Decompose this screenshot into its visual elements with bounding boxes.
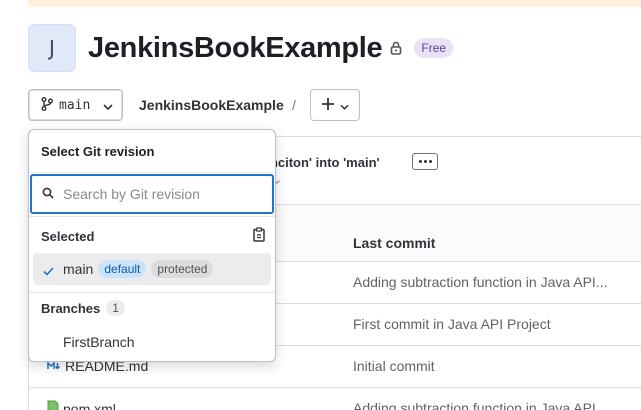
add-to-tree-button[interactable]: [310, 89, 360, 121]
revision-search-input[interactable]: [63, 186, 263, 202]
default-badge: default: [98, 260, 147, 278]
project-avatar[interactable]: J: [28, 24, 76, 72]
branch-icon: [41, 96, 53, 114]
revision-name: main: [63, 261, 94, 277]
divider: [29, 216, 275, 217]
git-revision-dropdown: Select Git revision Selected main defaul…: [28, 129, 276, 362]
repository-nav: main JenkinsBookExample /: [28, 89, 360, 121]
plus-icon: [321, 97, 334, 113]
chevron-down-icon: [339, 97, 349, 113]
tier-badge: Free: [414, 38, 454, 58]
dropdown-title: Select Git revision: [41, 144, 155, 159]
revision-name: FirstBranch: [63, 334, 135, 350]
last-commit-message[interactable]: Initial commit: [353, 358, 435, 374]
branches-section-label: Branches: [41, 300, 101, 316]
check-icon: [43, 263, 54, 279]
breadcrumb-separator: /: [292, 97, 296, 113]
clipboard-icon[interactable]: [253, 227, 265, 245]
lock-icon: [390, 40, 404, 56]
revision-search-box[interactable]: [30, 174, 274, 214]
branches-count-badge: 1: [106, 300, 125, 316]
revision-item-branch[interactable]: FirstBranch: [33, 326, 271, 358]
breadcrumb-project[interactable]: JenkinsBookExample: [139, 97, 284, 113]
project-title: JenkinsBookExample: [88, 31, 383, 64]
divider: [29, 292, 275, 293]
column-header-last-commit: Last commit: [353, 235, 436, 251]
file-icon: [47, 400, 59, 410]
commit-expand-button[interactable]: [412, 153, 438, 170]
selected-section-header: Selected: [41, 229, 95, 244]
protected-badge: protected: [151, 260, 214, 278]
project-header: J JenkinsBookExample Free: [28, 24, 454, 72]
revision-item-selected[interactable]: main default protected: [33, 253, 271, 285]
chevron-down-icon: [103, 97, 113, 113]
branch-switcher-button[interactable]: main: [28, 89, 123, 121]
last-commit-message[interactable]: First commit in Java API Project: [353, 316, 551, 332]
branch-switcher-label: main: [59, 97, 91, 113]
search-icon: [42, 186, 54, 202]
file-name[interactable]: pom.xml: [63, 401, 116, 410]
last-commit-message[interactable]: Adding subtraction function in Java API.…: [353, 400, 608, 410]
divider: [29, 172, 275, 173]
table-row[interactable]: pom.xml Adding subtraction function in J…: [29, 388, 641, 410]
branches-section-header: Branches 1: [41, 300, 125, 316]
alert-banner: [28, 0, 641, 7]
commit-message[interactable]: unciton' into 'main': [262, 155, 380, 170]
file-name-cell[interactable]: pom.xml: [47, 400, 116, 410]
last-commit-message[interactable]: Adding subtraction function in Java API.…: [353, 274, 608, 290]
